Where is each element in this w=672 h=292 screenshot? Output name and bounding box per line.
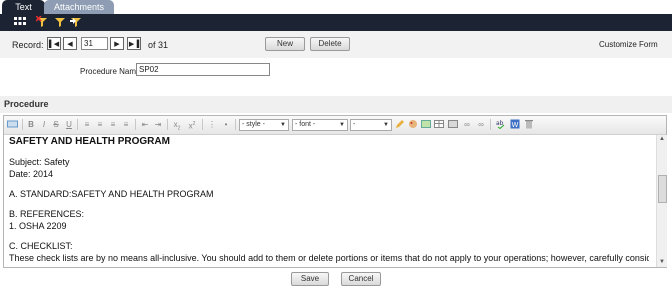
record-toolbar: [0, 14, 672, 31]
record-number-input[interactable]: 31: [81, 37, 108, 50]
document-line: C. CHECKLIST:: [9, 241, 73, 251]
document-line: Date: 2014: [9, 169, 54, 179]
image-icon[interactable]: [421, 119, 431, 130]
editor-scrollbar[interactable]: ▲ ▼: [656, 135, 667, 267]
italic-icon[interactable]: I: [39, 119, 49, 130]
last-record-button[interactable]: ▶▐: [127, 37, 141, 50]
indent-icon[interactable]: ⇥: [153, 119, 163, 130]
editor-content[interactable]: SAFETY AND HEALTH PROGRAM Subject: Safet…: [9, 136, 649, 267]
superscript-icon[interactable]: x2: [186, 119, 198, 131]
procedure-section-bar: [0, 96, 672, 113]
document-line: 1. OSHA 2209: [9, 221, 67, 231]
unlink-icon[interactable]: ∞: [476, 119, 486, 130]
strikethrough-icon[interactable]: S: [51, 119, 61, 130]
svg-text:W: W: [512, 121, 519, 129]
size-select[interactable]: - ▼: [350, 119, 392, 131]
document-line: These check lists are by no means all-in…: [9, 253, 649, 263]
source-icon[interactable]: [6, 119, 18, 130]
word-paste-icon[interactable]: W: [510, 119, 520, 130]
style-select[interactable]: - style - ▼: [239, 119, 289, 131]
new-button[interactable]: New: [265, 37, 305, 51]
bold-icon[interactable]: B: [26, 119, 36, 130]
table-icon[interactable]: [434, 119, 444, 130]
outdent-icon[interactable]: ⇤: [140, 119, 150, 130]
document-line: Subject: Safety: [9, 157, 70, 167]
tab-text[interactable]: Text: [2, 0, 45, 14]
record-navigation: Record: ▌◀ ◀ 31 ▶ ▶▐ of 31 New Delete Cu…: [0, 31, 672, 58]
align-justify-icon[interactable]: ≡: [121, 119, 131, 130]
document-line: B. REFERENCES:: [9, 209, 85, 219]
delete-icon[interactable]: [524, 119, 534, 130]
next-record-button[interactable]: ▶: [110, 37, 124, 50]
customize-form-link[interactable]: Customize Form: [599, 40, 658, 49]
align-left-icon[interactable]: ≡: [82, 119, 92, 130]
filter-icon[interactable]: [54, 16, 66, 28]
numbered-list-icon[interactable]: ⋮: [207, 119, 217, 130]
document-line: A. STANDARD:SAFETY AND HEALTH PROGRAM: [9, 189, 214, 199]
first-record-button[interactable]: ▌◀: [47, 37, 61, 50]
align-right-icon[interactable]: ≡: [108, 119, 118, 130]
align-center-icon[interactable]: ≡: [95, 119, 105, 130]
procedure-section-title: Procedure: [4, 99, 49, 109]
record-total: of 31: [148, 40, 169, 50]
grid-icon[interactable]: [14, 16, 26, 28]
scroll-down-icon[interactable]: ▼: [657, 258, 667, 267]
media-icon[interactable]: [448, 119, 458, 130]
scrollbar-thumb[interactable]: [658, 175, 667, 203]
filter-apply-icon[interactable]: [70, 16, 82, 28]
editor-toolbar: B I S U ≡ ≡ ≡ ≡ ⇤ ⇥ x2 x2 ⋮ • - style - ▼…: [4, 116, 666, 135]
color-palette-icon[interactable]: [408, 119, 418, 130]
underline-icon[interactable]: U: [64, 119, 74, 130]
spellcheck-icon[interactable]: ab: [496, 119, 506, 130]
procedure-name-label: Procedure Name: [80, 67, 141, 76]
procedure-name-input[interactable]: SP02: [136, 63, 270, 76]
scroll-up-icon[interactable]: ▲: [657, 135, 667, 144]
document-heading: SAFETY AND HEALTH PROGRAM: [9, 136, 170, 147]
tab-strip: Text Attachments: [0, 0, 672, 14]
font-select[interactable]: - font - ▼: [292, 119, 348, 131]
rich-text-editor: B I S U ≡ ≡ ≡ ≡ ⇤ ⇥ x2 x2 ⋮ • - style - ▼…: [3, 115, 667, 268]
bulleted-list-icon[interactable]: •: [221, 119, 231, 130]
record-label: Record:: [12, 40, 44, 50]
subscript-icon[interactable]: x2: [171, 119, 183, 132]
delete-button[interactable]: Delete: [310, 37, 350, 51]
tab-attachments[interactable]: Attachments: [44, 0, 114, 14]
save-button[interactable]: Save: [291, 272, 329, 286]
link-icon[interactable]: ∞: [462, 119, 472, 130]
previous-record-button[interactable]: ◀: [63, 37, 77, 50]
cancel-button[interactable]: Cancel: [341, 272, 381, 286]
pencil-icon[interactable]: [395, 119, 405, 130]
filter-clear-icon[interactable]: [35, 15, 48, 28]
